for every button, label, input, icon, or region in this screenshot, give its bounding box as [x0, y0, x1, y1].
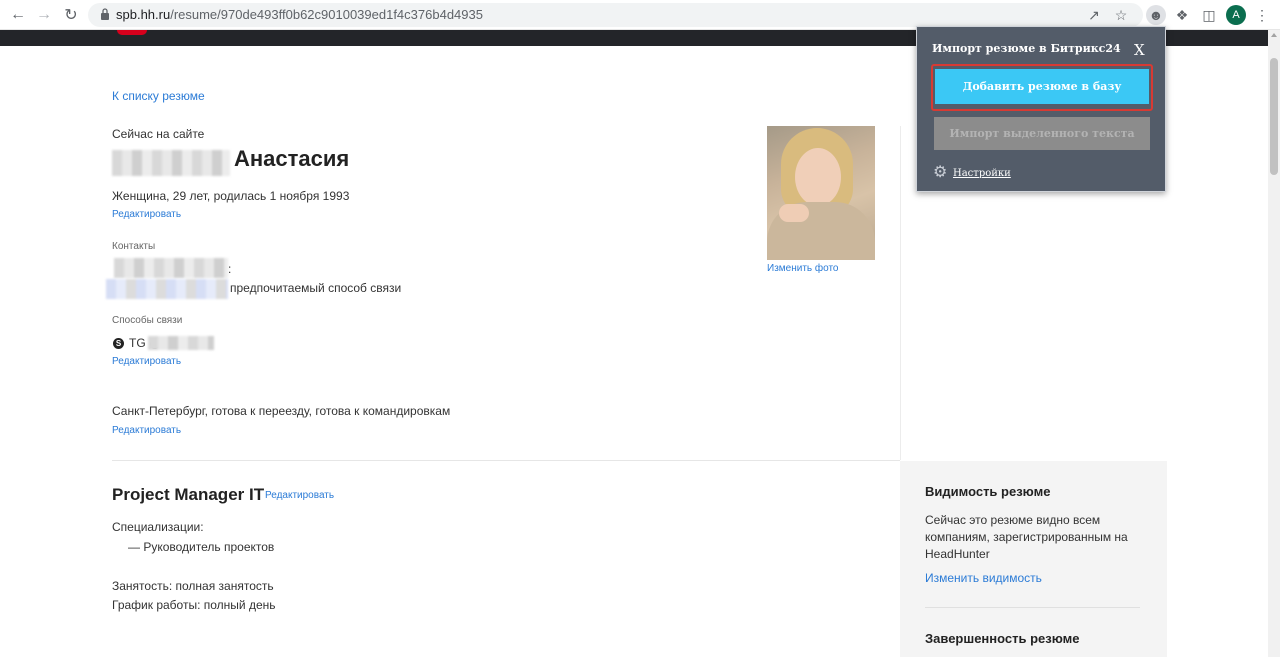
contact-ways-label: Способы связи: [112, 315, 183, 326]
section-divider: [112, 460, 900, 461]
redacted-email[interactable]: [106, 279, 228, 299]
puzzle-icon[interactable]: ❖: [1172, 5, 1192, 25]
column-divider: [900, 126, 901, 460]
contacts-label: Контакты: [112, 241, 156, 252]
import-selected-text-button[interactable]: Импорт выделенного текста: [934, 117, 1150, 150]
add-resume-highlight: Добавить резюме в базу: [931, 64, 1153, 111]
scrollbar[interactable]: [1268, 30, 1280, 657]
bookmark-star-icon[interactable]: ☆: [1113, 7, 1129, 23]
reload-icon[interactable]: ↻: [61, 5, 81, 25]
hh-logo[interactable]: [117, 30, 147, 35]
skype-icon: S: [113, 338, 124, 349]
personal-info: Женщина, 29 лет, родилась 1 ноября 1993: [112, 189, 350, 203]
employment-type: Занятость: полная занятость: [112, 579, 274, 593]
profile-photo: [767, 126, 875, 260]
city-relocation: Санкт-Петербург, готова к переезду, гото…: [112, 404, 451, 418]
edit-position-link[interactable]: Редактировать: [265, 490, 334, 501]
profile-extension-icon[interactable]: ☻: [1146, 5, 1166, 25]
redacted-surname: [112, 150, 230, 176]
share-icon[interactable]: ↗: [1086, 7, 1102, 23]
visibility-title: Видимость резюме: [925, 484, 1051, 499]
contact-colon: :: [228, 262, 232, 276]
sidebar-divider: [925, 607, 1140, 608]
back-to-list-link[interactable]: К списку резюме: [112, 89, 205, 103]
bitrix-import-popup: Импорт резюме в Битрикс24 X Добавить рез…: [916, 26, 1166, 192]
lock-icon: [101, 8, 109, 20]
settings-row[interactable]: ⚙ Настройки: [933, 165, 1011, 181]
edit-city-link[interactable]: Редактировать: [112, 425, 181, 436]
preferred-contact-note: предпочитаемый способ связи: [230, 281, 402, 295]
change-photo-link[interactable]: Изменить фото: [767, 263, 838, 274]
gear-icon[interactable]: ⚙: [933, 165, 949, 181]
online-status: Сейчас на сайте: [112, 127, 205, 141]
completeness-title: Завершенность резюме: [925, 631, 1080, 646]
specializations-label: Специализации:: [112, 520, 204, 534]
edit-contacts-link[interactable]: Редактировать: [112, 356, 181, 367]
specialization-item: — Руководитель проектов: [128, 540, 275, 554]
scroll-thumb[interactable]: [1270, 58, 1278, 175]
scroll-up-arrow-icon[interactable]: [1271, 33, 1277, 37]
position-title: Project Manager IT: [112, 485, 265, 504]
forward-arrow-icon[interactable]: →: [34, 5, 54, 25]
add-resume-button[interactable]: Добавить резюме в базу: [935, 69, 1149, 104]
url-text: spb.hh.ru/resume/970de493ff0b62c9010039e…: [116, 7, 483, 22]
work-schedule: График работы: полный день: [112, 598, 276, 612]
redacted-telegram: [148, 336, 214, 350]
redacted-phone: [114, 258, 228, 278]
popup-title: Импорт резюме в Битрикс24: [932, 42, 1121, 55]
visibility-text: Сейчас это резюме видно всем компаниям, …: [925, 513, 1128, 561]
close-button[interactable]: X: [1134, 41, 1145, 59]
edit-personal-link[interactable]: Редактировать: [112, 209, 181, 220]
first-name: Анастасия: [234, 146, 350, 171]
change-visibility-link[interactable]: Изменить видимость: [925, 571, 1042, 585]
settings-link[interactable]: Настройки: [953, 168, 1011, 179]
menu-dots-icon[interactable]: ⋮: [1252, 5, 1272, 25]
address-bar[interactable]: spb.hh.ru/resume/970de493ff0b62c9010039e…: [88, 3, 1143, 27]
back-arrow-icon[interactable]: ←: [8, 5, 28, 25]
avatar[interactable]: A: [1226, 5, 1246, 25]
sidebar-icon[interactable]: ◫: [1199, 5, 1219, 25]
